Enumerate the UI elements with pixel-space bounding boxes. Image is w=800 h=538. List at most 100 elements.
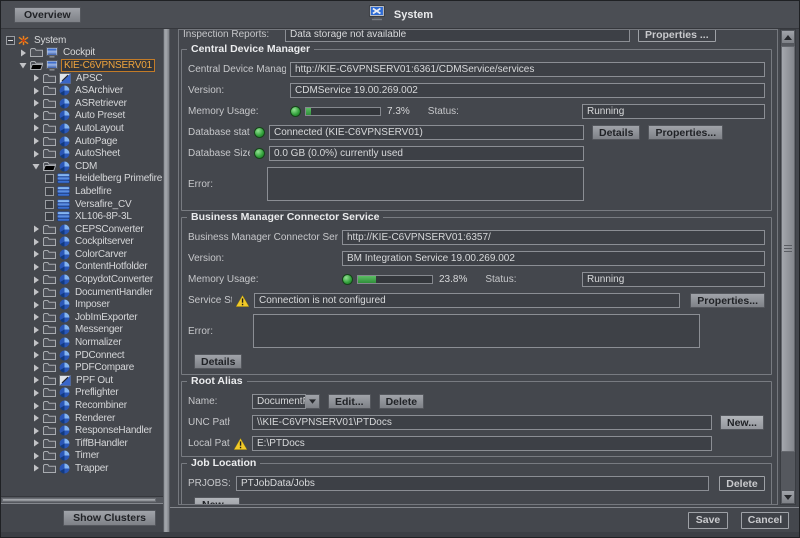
tree-item-label[interactable]: ASArchiver <box>73 85 125 96</box>
tree-item-label[interactable]: ASRetriever <box>73 98 129 109</box>
expander-icon[interactable] <box>32 313 40 321</box>
tree-item[interactable]: Preflighter <box>1 387 163 400</box>
expander-icon[interactable] <box>32 150 40 158</box>
expander-icon[interactable] <box>32 99 40 107</box>
bm-service-status-field[interactable]: Connection is not configured <box>254 293 680 308</box>
checkbox[interactable] <box>45 200 54 209</box>
tree-item-label[interactable]: Recombiner <box>73 400 129 411</box>
tree-item[interactable]: ResponseHandler <box>1 424 163 437</box>
expander-icon[interactable] <box>32 225 40 233</box>
expander-icon[interactable] <box>32 124 40 132</box>
tree-item[interactable]: System <box>1 34 163 47</box>
tree-item[interactable]: Auto Preset <box>1 110 163 123</box>
tree-item-label[interactable]: Heidelberg Primefire 106 <box>73 173 163 184</box>
expander-icon[interactable] <box>32 402 40 410</box>
tree-item[interactable]: KIE-C6VPNSERV01 <box>1 59 163 72</box>
prjobs-field[interactable]: PTJobData/Jobs <box>236 476 709 491</box>
cdm-db-status-field[interactable]: Connected (KIE-C6VPNSERV01) <box>269 125 584 140</box>
tree-item[interactable]: PDFCompare <box>1 361 163 374</box>
tree-item[interactable]: APSC <box>1 72 163 85</box>
tree-item-label[interactable]: DocumentHandler <box>73 287 155 298</box>
tree-item-label[interactable]: ColorCarver <box>73 249 129 260</box>
expander-icon[interactable] <box>32 464 40 472</box>
cdm-version-field[interactable]: CDMService 19.00.269.002 <box>290 83 765 98</box>
bm-status-field[interactable]: Running <box>582 272 765 287</box>
unc-path-field[interactable]: \\KIE-C6VPNSERV01\PTDocs <box>252 415 712 430</box>
alias-edit-button[interactable]: Edit... <box>328 394 371 409</box>
alias-new-button[interactable]: New... <box>720 415 764 430</box>
bm-properties-button[interactable]: Properties... <box>690 293 765 308</box>
cdm-db-properties-button[interactable]: Properties... <box>648 125 723 140</box>
tree-item-label[interactable]: Imposer <box>73 299 112 310</box>
expander-icon[interactable] <box>32 112 40 120</box>
expander-icon[interactable] <box>32 364 40 372</box>
tree-hscroll-thumb[interactable] <box>2 498 156 502</box>
expander-icon[interactable] <box>32 427 40 435</box>
expander-icon[interactable] <box>32 74 40 82</box>
tree-item-label[interactable]: Cockpit <box>61 47 97 58</box>
tree-item-label[interactable]: Timer <box>73 450 101 461</box>
bm-error-field[interactable] <box>253 314 700 348</box>
alias-delete-button[interactable]: Delete <box>379 394 425 409</box>
cdm-url-field[interactable]: http://KIE-C6VPNSERV01:6361/CDMService/s… <box>290 62 765 77</box>
tree-item-label[interactable]: AutoSheet <box>73 148 122 159</box>
tree-item[interactable]: PPF Out <box>1 374 163 387</box>
tree-item-label[interactable]: AutoPage <box>73 136 119 147</box>
tree-item-label[interactable]: Trapper <box>73 463 110 474</box>
tree-item-label[interactable]: Cockpitserver <box>73 236 136 247</box>
save-button[interactable]: Save <box>688 512 728 529</box>
tree-item-label[interactable]: Auto Preset <box>73 110 127 121</box>
tree-item[interactable]: Normalizer <box>1 336 163 349</box>
local-path-field[interactable]: E:\PTDocs <box>252 436 712 451</box>
expander-icon[interactable] <box>19 49 27 57</box>
cdm-error-field[interactable] <box>267 167 584 201</box>
expander-icon[interactable] <box>32 326 40 334</box>
tree-item-label[interactable]: ResponseHandler <box>73 425 154 436</box>
cdm-db-details-button[interactable]: Details <box>592 125 640 140</box>
tree-item-label[interactable]: Normalizer <box>73 337 123 348</box>
tree-item-label[interactable]: Messenger <box>73 324 125 335</box>
tree-item[interactable]: Messenger <box>1 324 163 337</box>
tree-item[interactable]: AutoPage <box>1 135 163 148</box>
bm-url-field[interactable]: http://KIE-C6VPNSERV01:6357/ <box>342 230 765 245</box>
expander-icon[interactable] <box>32 339 40 347</box>
expander-icon[interactable] <box>32 288 40 296</box>
tree-item[interactable]: TiffBHandler <box>1 437 163 450</box>
tree-item[interactable]: Recombiner <box>1 399 163 412</box>
tree-item-label[interactable]: TiffBHandler <box>73 438 130 449</box>
tree-horizontal-scrollbar[interactable] <box>1 496 163 503</box>
job-delete-button[interactable]: Delete <box>719 476 765 491</box>
tree-item-label[interactable]: Labelfire <box>73 186 114 197</box>
tree-item[interactable]: XL106-8P-3L <box>1 210 163 223</box>
panel-splitter[interactable] <box>163 29 170 532</box>
tree-item[interactable]: Cockpitserver <box>1 236 163 249</box>
tree-item[interactable]: CDM <box>1 160 163 173</box>
expander-icon[interactable] <box>32 238 40 246</box>
tree-item[interactable]: Renderer <box>1 412 163 425</box>
expander-icon[interactable] <box>32 351 40 359</box>
job-new-button[interactable]: New... <box>194 497 240 505</box>
tree-item[interactable]: PDConnect <box>1 349 163 362</box>
bm-version-field[interactable]: BM Integration Service 19.00.269.002 <box>342 251 765 266</box>
expander-icon[interactable] <box>32 452 40 460</box>
tree-item[interactable]: Cockpit <box>1 47 163 60</box>
inspection-properties-button[interactable]: Properties ... <box>638 29 716 42</box>
tree-item-label[interactable]: System <box>32 35 68 46</box>
tree-item[interactable]: ContentHotfolder <box>1 261 163 274</box>
tree-item[interactable]: Imposer <box>1 298 163 311</box>
expander-icon[interactable] <box>32 301 40 309</box>
vertical-scrollbar[interactable] <box>780 29 796 505</box>
tree-item-label[interactable]: Preflighter <box>73 387 120 398</box>
expander-icon[interactable] <box>32 250 40 258</box>
alias-name-value[interactable]: DocumentPool <box>252 394 306 409</box>
expander-icon[interactable] <box>32 414 40 422</box>
scrollbar-thumb[interactable] <box>781 46 795 452</box>
tree-item-label[interactable]: PDConnect <box>73 350 126 361</box>
overview-button[interactable]: Overview <box>14 7 81 23</box>
alias-name-dropdown[interactable]: DocumentPool <box>252 394 320 409</box>
scroll-down-button[interactable] <box>781 490 795 504</box>
tree-item[interactable]: CEPSConverter <box>1 223 163 236</box>
cdm-db-size-field[interactable]: 0.0 GB (0.0%) currently used <box>269 146 584 161</box>
show-clusters-button[interactable]: Show Clusters <box>63 510 156 526</box>
expander-icon[interactable] <box>32 263 40 271</box>
